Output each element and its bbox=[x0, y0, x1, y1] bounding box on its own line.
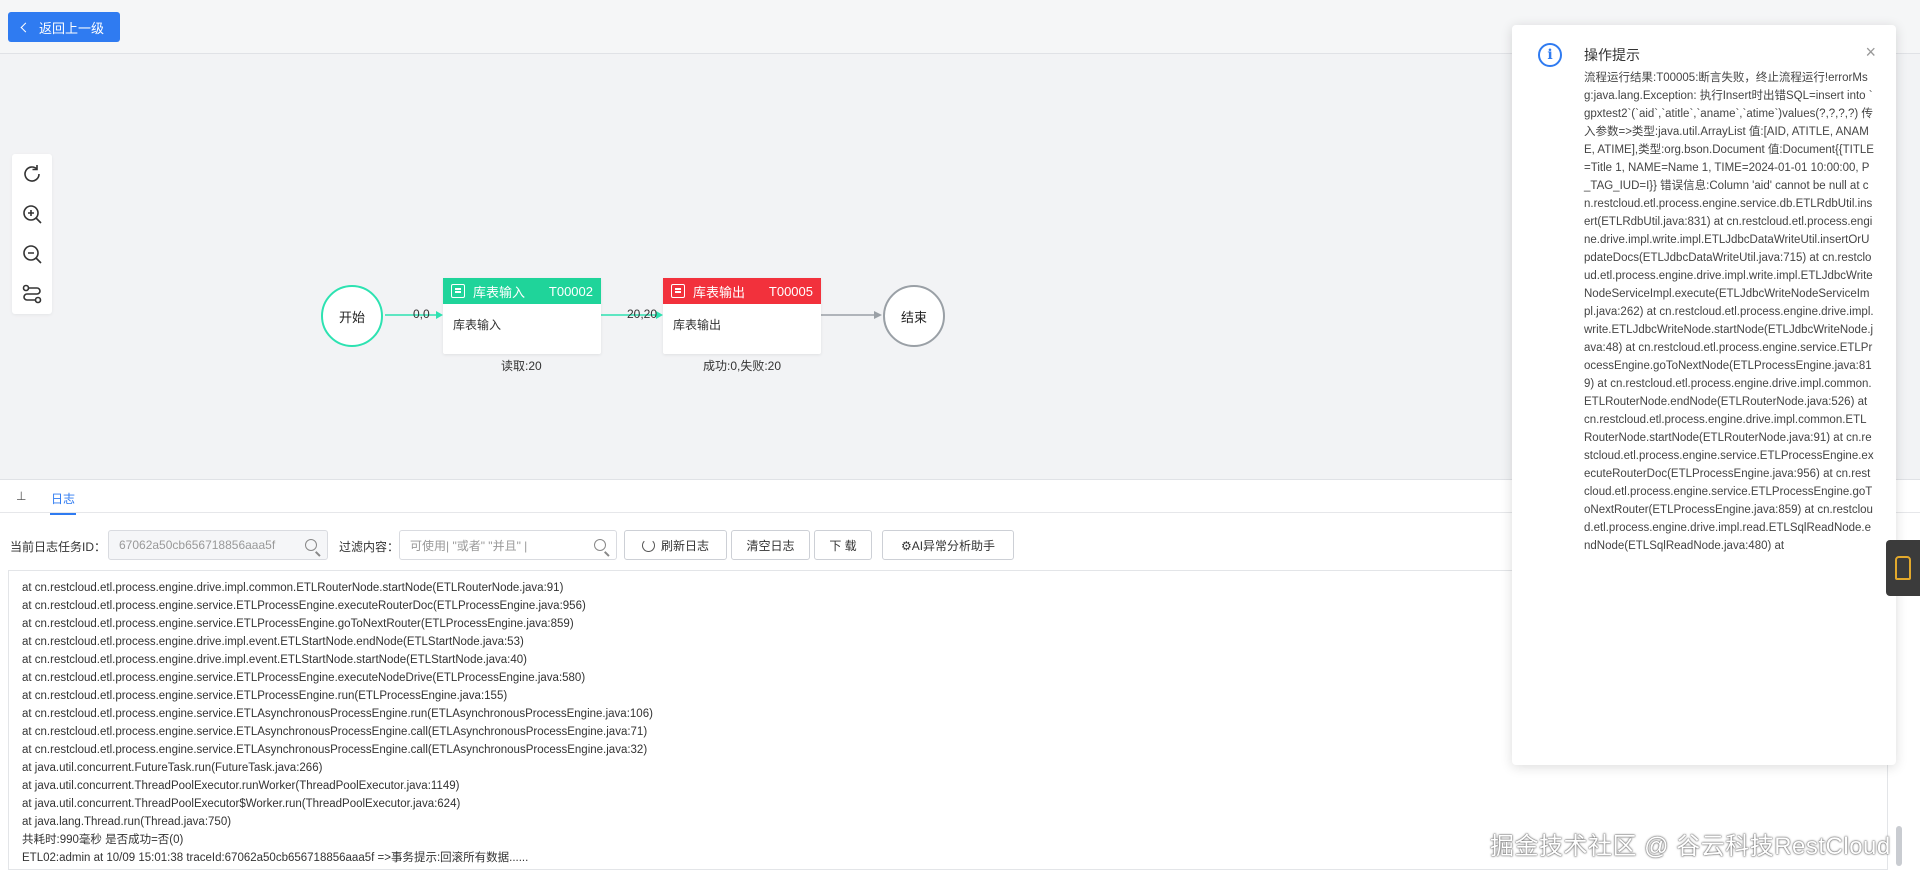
tab-log[interactable]: 日志 bbox=[50, 490, 77, 515]
task-node-input-type: 库表输入 bbox=[473, 284, 526, 300]
ai-analysis-button[interactable]: ⚙AI异常分析助手 bbox=[882, 530, 1014, 560]
refresh-icon bbox=[641, 538, 655, 552]
edge-label-2: 20,20 bbox=[627, 307, 658, 321]
filter-search-icon[interactable] bbox=[594, 539, 606, 551]
filter-placeholder: 可使用| "或者" "并且" | bbox=[410, 538, 528, 553]
task-node-output-code: T00005 bbox=[768, 283, 813, 299]
ai-analysis-label: ⚙AI异常分析助手 bbox=[900, 538, 996, 553]
edge-label-1: 0,0 bbox=[413, 307, 430, 321]
refresh-log-label: 刷新日志 bbox=[660, 538, 709, 553]
edge-start-input-arrow bbox=[436, 311, 443, 319]
search-icon[interactable] bbox=[305, 539, 317, 551]
side-assistant-handle[interactable] bbox=[1886, 540, 1920, 596]
task-node-output-type: 库表输出 bbox=[693, 284, 746, 300]
download-label: 下 载 bbox=[829, 538, 857, 553]
operation-notice: i 操作提示 × 流程运行结果:T00005:断言失败，终止流程运行!error… bbox=[1512, 25, 1896, 765]
notice-message: 流程运行结果:T00005:断言失败，终止流程运行!errorMsg:java.… bbox=[1584, 72, 1874, 552]
task-node-input-body: 库表输入 bbox=[453, 318, 502, 332]
task-node-output-stat: 成功:0,失败:20 bbox=[703, 359, 782, 373]
filter-label: 过滤内容： bbox=[339, 540, 400, 554]
task-node-input-header: 库表输入 T00002 bbox=[443, 278, 601, 304]
collapse-panel-icon[interactable]: ⊥ bbox=[16, 489, 26, 503]
info-icon: i bbox=[1538, 43, 1562, 67]
log-line: at java.util.concurrent.ThreadPoolExecut… bbox=[22, 798, 461, 810]
clear-log-label: 清空日志 bbox=[746, 538, 795, 553]
refresh-log-button[interactable]: 刷新日志 bbox=[624, 530, 727, 560]
log-scrollbar[interactable] bbox=[1896, 826, 1902, 866]
edge-input-output-arrow bbox=[656, 311, 663, 319]
task-id-label: 当前日志任务ID： bbox=[10, 540, 107, 554]
task-node-input-stat: 读取:20 bbox=[501, 359, 542, 373]
task-id-value: 67062a50cb656718856aaa5f bbox=[119, 538, 276, 552]
edge-output-end-arrow bbox=[874, 311, 882, 319]
download-button[interactable]: 下 载 bbox=[814, 530, 872, 560]
task-node-output-header: 库表输出 T00005 bbox=[663, 278, 821, 304]
log-line: at java.util.concurrent.ThreadPoolExecut… bbox=[22, 780, 460, 792]
task-node-input-code: T00002 bbox=[548, 283, 593, 299]
filter-input[interactable]: 可使用| "或者" "并且" | bbox=[399, 530, 617, 560]
notice-title: 操作提示 bbox=[1584, 47, 1640, 63]
start-node-label: 开始 bbox=[338, 309, 365, 325]
watermark: 掘金技术社区 @ 谷云科技RestCloud bbox=[1490, 833, 1891, 860]
task-node-output[interactable]: 库表输出 T00005 库表输出 bbox=[663, 278, 821, 354]
task-node-output-body: 库表输出 bbox=[673, 318, 722, 332]
task-node-input[interactable]: 库表输入 T00002 库表输入 bbox=[443, 278, 601, 354]
close-icon[interactable]: × bbox=[1865, 42, 1876, 63]
table-input-icon bbox=[451, 284, 465, 298]
table-output-icon bbox=[671, 284, 685, 298]
end-node[interactable]: 结束 bbox=[883, 285, 945, 347]
start-node[interactable]: 开始 bbox=[321, 285, 383, 347]
end-node-label: 结束 bbox=[900, 309, 927, 325]
clear-log-button[interactable]: 清空日志 bbox=[731, 530, 810, 560]
assistant-icon bbox=[1895, 556, 1911, 580]
task-id-input[interactable]: 67062a50cb656718856aaa5f bbox=[108, 530, 328, 560]
